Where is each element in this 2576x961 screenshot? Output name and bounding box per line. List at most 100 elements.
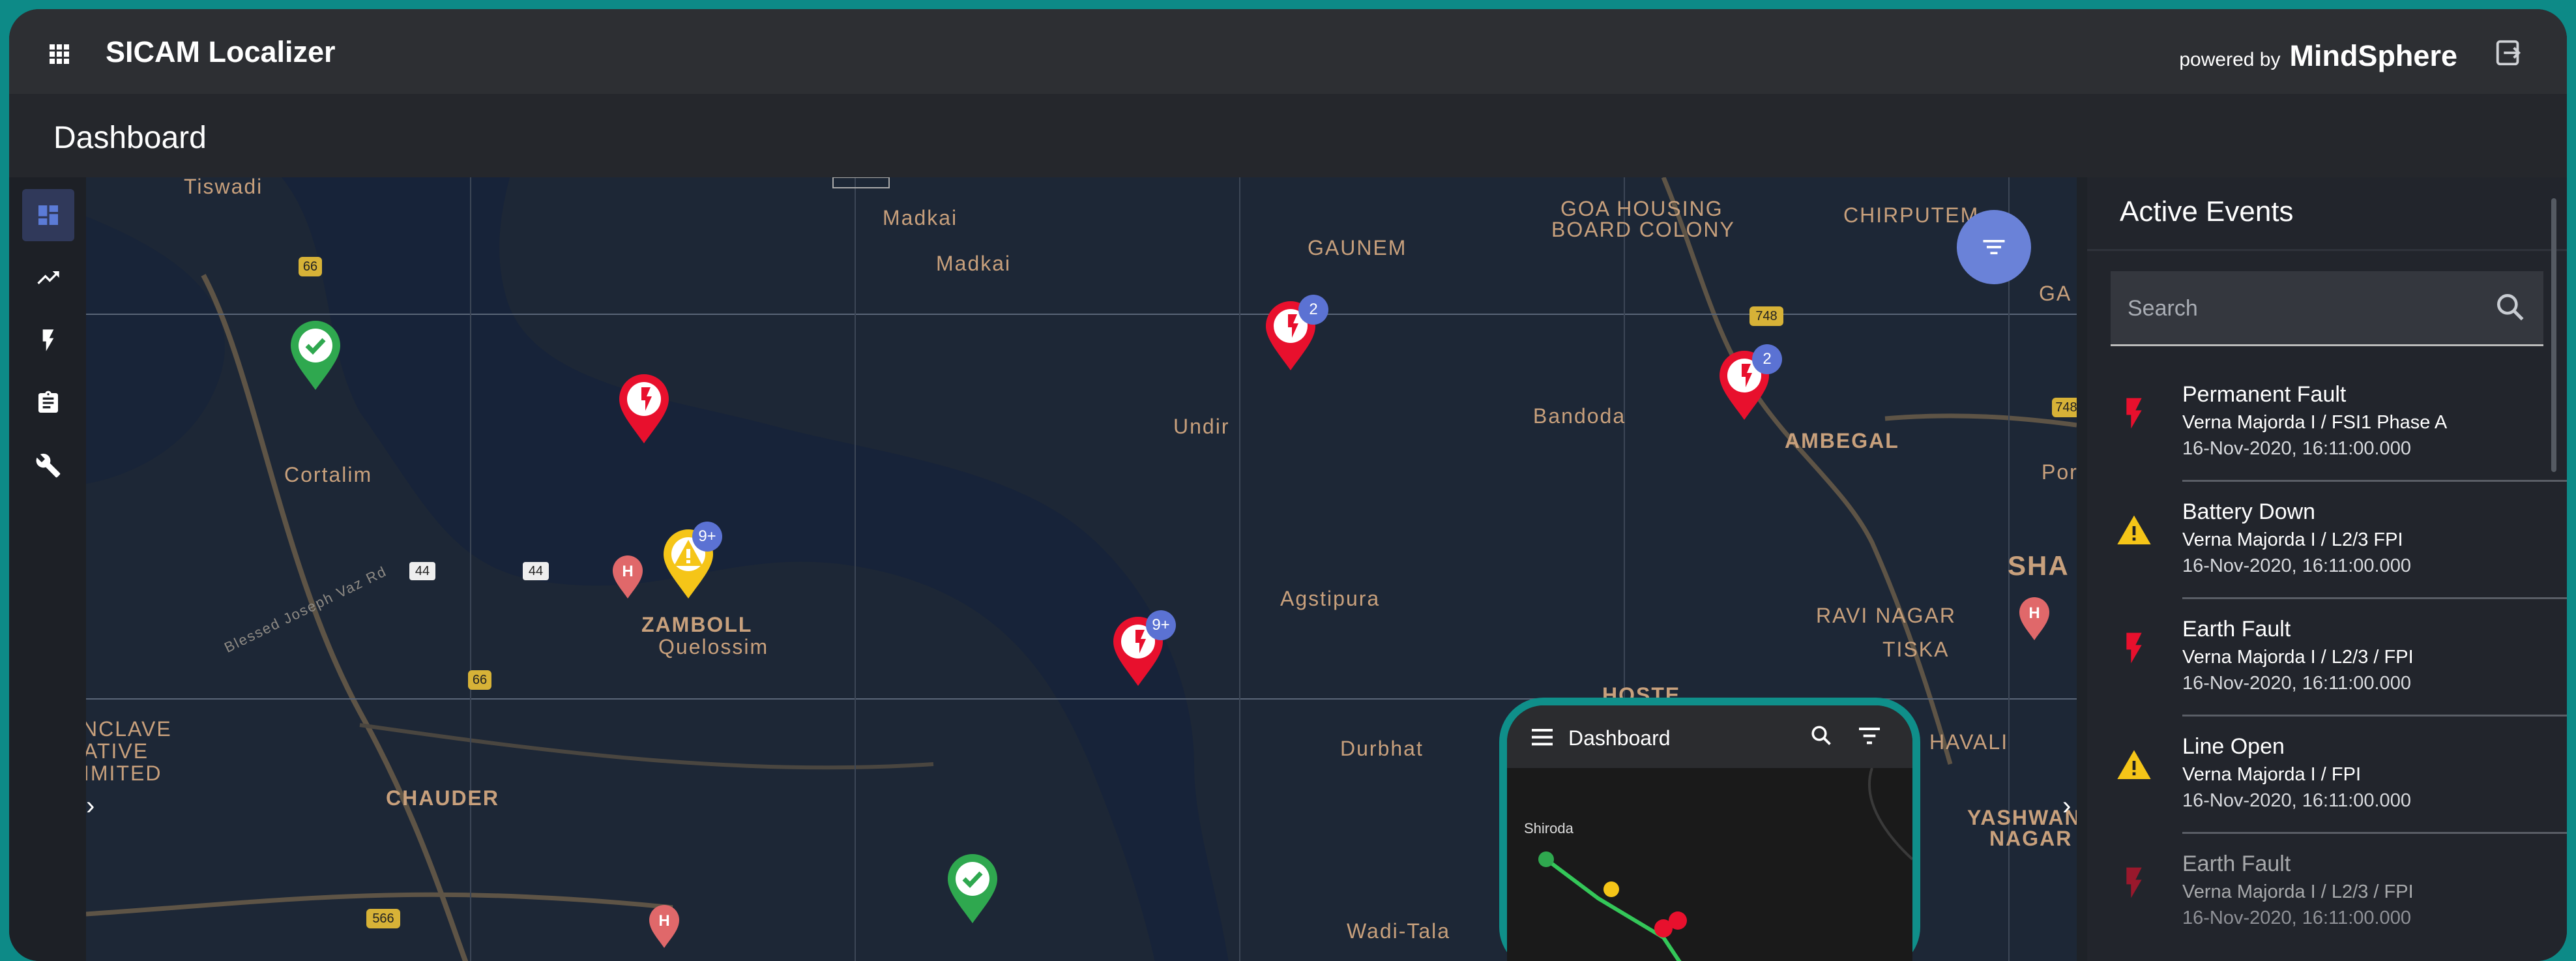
divider — [2182, 480, 2567, 482]
flash-icon — [42, 329, 54, 351]
flash-icon — [2126, 632, 2142, 664]
left-nav — [9, 177, 86, 961]
event-title: Earth Fault — [2182, 617, 2291, 642]
map-label: AMBEGAL — [1785, 429, 1899, 452]
trending-up-icon — [37, 271, 59, 284]
apps-grid-icon[interactable] — [50, 44, 69, 64]
event-title: Battery Down — [2182, 499, 2316, 524]
map-label: Bandoda — [1533, 404, 1626, 428]
expand-right-icon[interactable]: › — [2062, 791, 2071, 821]
mobile-screen: Dashboard Shiroda — [1507, 705, 1912, 961]
road-shield: 66 — [468, 670, 491, 690]
road-shield: 66 — [299, 257, 322, 276]
map-label: Agstipura — [1280, 587, 1381, 610]
map-label: GA — [2039, 282, 2072, 305]
filter-button[interactable] — [1957, 210, 2031, 284]
divider — [2182, 832, 2567, 834]
map-label: NCLAVE — [86, 717, 172, 741]
map-label: Wadi-Tala — [1347, 919, 1451, 943]
flash-icon — [2126, 867, 2142, 898]
event-time: 16-Nov-2020, 16:11:00.000 — [2182, 790, 2411, 811]
expand-left-icon[interactable]: › — [86, 791, 95, 821]
event-title: Line Open — [2182, 734, 2285, 759]
svg-text:H: H — [2028, 604, 2040, 622]
warning-icon — [2117, 750, 2151, 779]
event-title: Earth Fault — [2182, 851, 2291, 876]
search-box[interactable] — [2111, 271, 2543, 346]
event-item[interactable]: Battery Down Verna Majorda I / L2/3 FPI 16… — [2087, 484, 2567, 599]
event-item[interactable]: Earth Fault Verna Majorda I / L2/3 / FPI 1… — [2087, 601, 2567, 717]
map-label: HAVALI — [1929, 730, 2009, 754]
top-bar: SICAM Localizer powered by MindSphere — [9, 9, 2567, 94]
nav-trends[interactable] — [22, 252, 74, 304]
mobile-title: Dashboard — [1568, 726, 1671, 750]
map-label: NAGAR — [1989, 827, 2073, 850]
brand-name: MindSphere — [2289, 39, 2457, 72]
mobile-map[interactable] — [1507, 768, 1912, 961]
powered-by-prefix: powered by — [2179, 49, 2281, 70]
event-path: Verna Majorda I / FSI1 Phase A — [2182, 412, 2448, 433]
powered-by: powered by MindSphere — [2179, 39, 2457, 73]
nav-events[interactable] — [22, 314, 74, 366]
mobile-map-label: Shiroda — [1524, 820, 1573, 836]
filter-icon — [1983, 240, 2005, 254]
road-shield: 748 — [1749, 306, 1783, 326]
event-time: 16-Nov-2020, 16:11:00.000 — [2182, 555, 2411, 576]
search-icon[interactable] — [1809, 724, 1833, 747]
mobile-preview: Dashboard Shiroda — [1499, 698, 1920, 961]
dashboard-icon — [38, 205, 58, 225]
nav-reports[interactable] — [22, 377, 74, 429]
map-label: BOARD COLONY — [1551, 218, 1735, 241]
warning-icon — [2117, 515, 2151, 544]
map-label: Por — [2042, 460, 2077, 484]
event-path: Verna Majorda I / L2/3 / FPI — [2182, 881, 2414, 902]
hospital-icon: H — [613, 555, 643, 599]
scrollbar[interactable] — [2551, 198, 2556, 472]
clipboard-icon — [38, 391, 58, 413]
map-label: ZAMBOLL — [641, 613, 753, 636]
hospital-icon: H — [649, 905, 679, 948]
divider — [2182, 597, 2567, 599]
map-label: Undir — [1173, 415, 1230, 438]
nav-dashboard[interactable] — [22, 189, 74, 241]
filter-icon[interactable] — [1859, 726, 1880, 745]
panel-title: Active Events — [2120, 196, 2294, 228]
ok-marker[interactable] — [289, 319, 342, 391]
menu-icon[interactable] — [1532, 728, 1553, 746]
event-path: Verna Majorda I / L2/3 / FPI — [2182, 647, 2414, 668]
event-time: 16-Nov-2020, 16:11:00.000 — [2182, 908, 2411, 928]
divider — [2087, 249, 2567, 251]
map-label: Cortalim — [284, 463, 373, 486]
marker-count-badge: 9+ — [692, 522, 722, 552]
event-item[interactable]: Line Open Verna Majorda I / FPI 16-Nov-202… — [2087, 718, 2567, 834]
flash-icon — [2126, 398, 2142, 429]
ok-marker[interactable] — [946, 853, 999, 924]
logout-icon[interactable] — [2494, 38, 2524, 68]
road-shield: 44 — [523, 562, 549, 580]
fault-marker[interactable] — [618, 373, 670, 445]
wrench-icon — [36, 453, 61, 478]
road-shield: 748 — [2052, 398, 2077, 417]
map-label: ATIVE — [86, 739, 149, 763]
map-label: Tiswadi — [184, 177, 263, 198]
event-item[interactable]: Permanent Fault Verna Majorda I / FSI1 Ph… — [2087, 366, 2567, 482]
map-label: TISKA — [1882, 638, 1950, 661]
svg-text:H: H — [658, 912, 669, 930]
map-label: Madkai — [936, 252, 1012, 275]
marker-count-badge: 9+ — [1146, 610, 1176, 640]
search-input[interactable] — [2126, 288, 2468, 329]
app-window: SICAM Localizer powered by MindSphere Da… — [9, 9, 2567, 961]
mobile-header: Dashboard — [1507, 705, 1912, 768]
nav-settings[interactable] — [22, 439, 74, 492]
event-path: Verna Majorda I / FPI — [2182, 764, 2362, 785]
map-label: GAUNEM — [1308, 236, 1407, 259]
marker-count-badge: 2 — [1298, 295, 1328, 325]
event-time: 16-Nov-2020, 16:11:00.000 — [2182, 673, 2411, 694]
road-shield: 44 — [409, 562, 435, 580]
search-icon[interactable] — [2494, 291, 2526, 323]
active-events-panel: Active Events Permanent Fault Verna Major… — [2087, 177, 2567, 961]
hospital-icon: H — [2019, 597, 2049, 640]
map-label: Durbhat — [1340, 737, 1424, 760]
event-time: 16-Nov-2020, 16:11:00.000 — [2182, 438, 2411, 459]
page-title: Dashboard — [53, 121, 207, 155]
